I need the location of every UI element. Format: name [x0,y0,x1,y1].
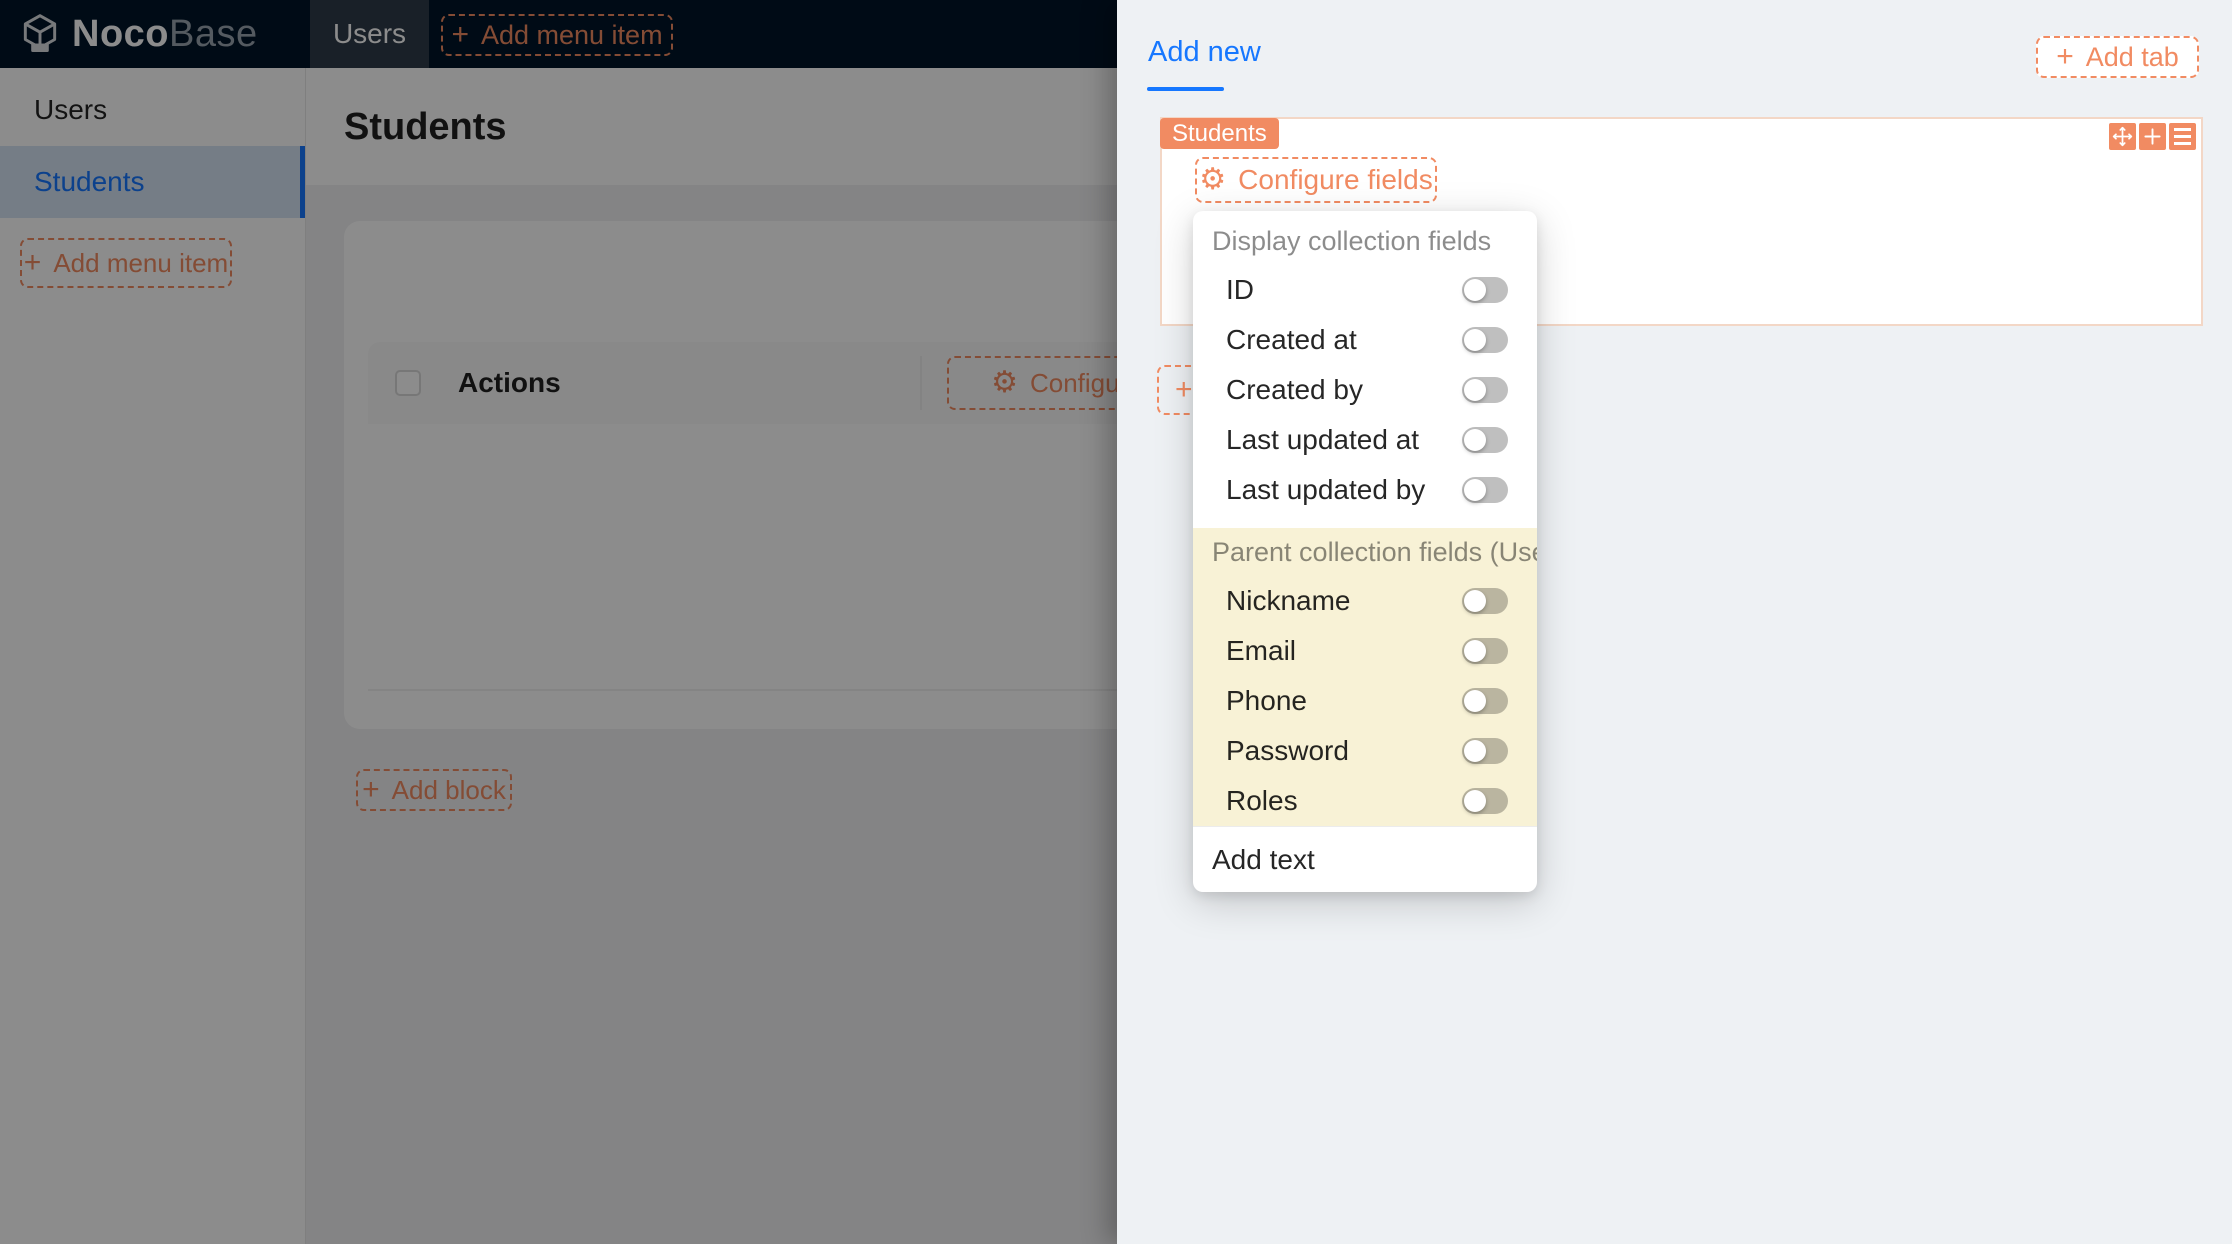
menu-icon[interactable] [2169,123,2196,150]
field-menu-item-created-at[interactable]: Created at [1193,315,1537,365]
toggle-last-updated-by[interactable] [1462,477,1508,503]
field-menu-item-last-updated-at[interactable]: Last updated at [1193,415,1537,465]
field-menu-item-created-by[interactable]: Created by [1193,365,1537,415]
group-label: Display collection fields [1212,226,1492,256]
plus-icon[interactable] [2139,123,2166,150]
toggle-phone[interactable] [1462,688,1508,714]
group-label: Parent collection fields (Users) [1212,537,1537,567]
gear-icon: ⚙ [1199,163,1227,196]
field-menu-item-roles[interactable]: Roles [1193,776,1537,826]
toggle-created-at[interactable] [1462,327,1508,353]
field-menu-item-last-updated-by[interactable]: Last updated by [1193,465,1537,515]
toggle-id[interactable] [1462,277,1508,303]
toggle-email[interactable] [1462,638,1508,664]
add-tab-label: Add tab [2085,41,2179,72]
drawer-tab-add-new[interactable]: Add new [1148,36,1261,69]
plus-icon: + [2056,40,2074,73]
active-tab-underline [1147,87,1224,91]
add-tab-button[interactable]: + Add tab [2036,36,2199,78]
configure-fields-label: Configure fields [1238,164,1433,195]
field-menu-item-nickname[interactable]: Nickname [1193,576,1537,626]
toggle-created-by[interactable] [1462,377,1508,403]
drag-icon[interactable] [2109,123,2136,150]
toggle-password[interactable] [1462,738,1508,764]
field-menu-item-password[interactable]: Password [1193,726,1537,776]
drawer-panel: Add new + Add tab Students ⚙ Configure f… [1117,0,2232,1244]
configure-fields-dropdown: Display collection fields ID Created at … [1193,211,1537,892]
field-menu-item-email[interactable]: Email [1193,626,1537,676]
block-toolbar [2109,123,2196,150]
app-root: NocoBase Users + Add menu item Users Stu… [0,0,2232,1244]
display-collection-fields-group: Display collection fields ID Created at … [1193,211,1537,528]
toggle-nickname[interactable] [1462,588,1508,614]
toggle-roles[interactable] [1462,788,1508,814]
menu-icon-bars [2174,128,2191,145]
plus-icon: + [1175,373,1193,406]
add-text-menu-item[interactable]: Add text [1193,826,1537,892]
field-menu-item-id[interactable]: ID [1193,265,1537,315]
toggle-last-updated-at[interactable] [1462,427,1508,453]
field-menu-item-phone[interactable]: Phone [1193,676,1537,726]
parent-collection-fields-group: Parent collection fields (Users) Nicknam… [1193,528,1537,826]
configure-fields-button[interactable]: ⚙ Configure fields [1195,157,1437,203]
block-collection-badge: Students [1160,118,1279,149]
